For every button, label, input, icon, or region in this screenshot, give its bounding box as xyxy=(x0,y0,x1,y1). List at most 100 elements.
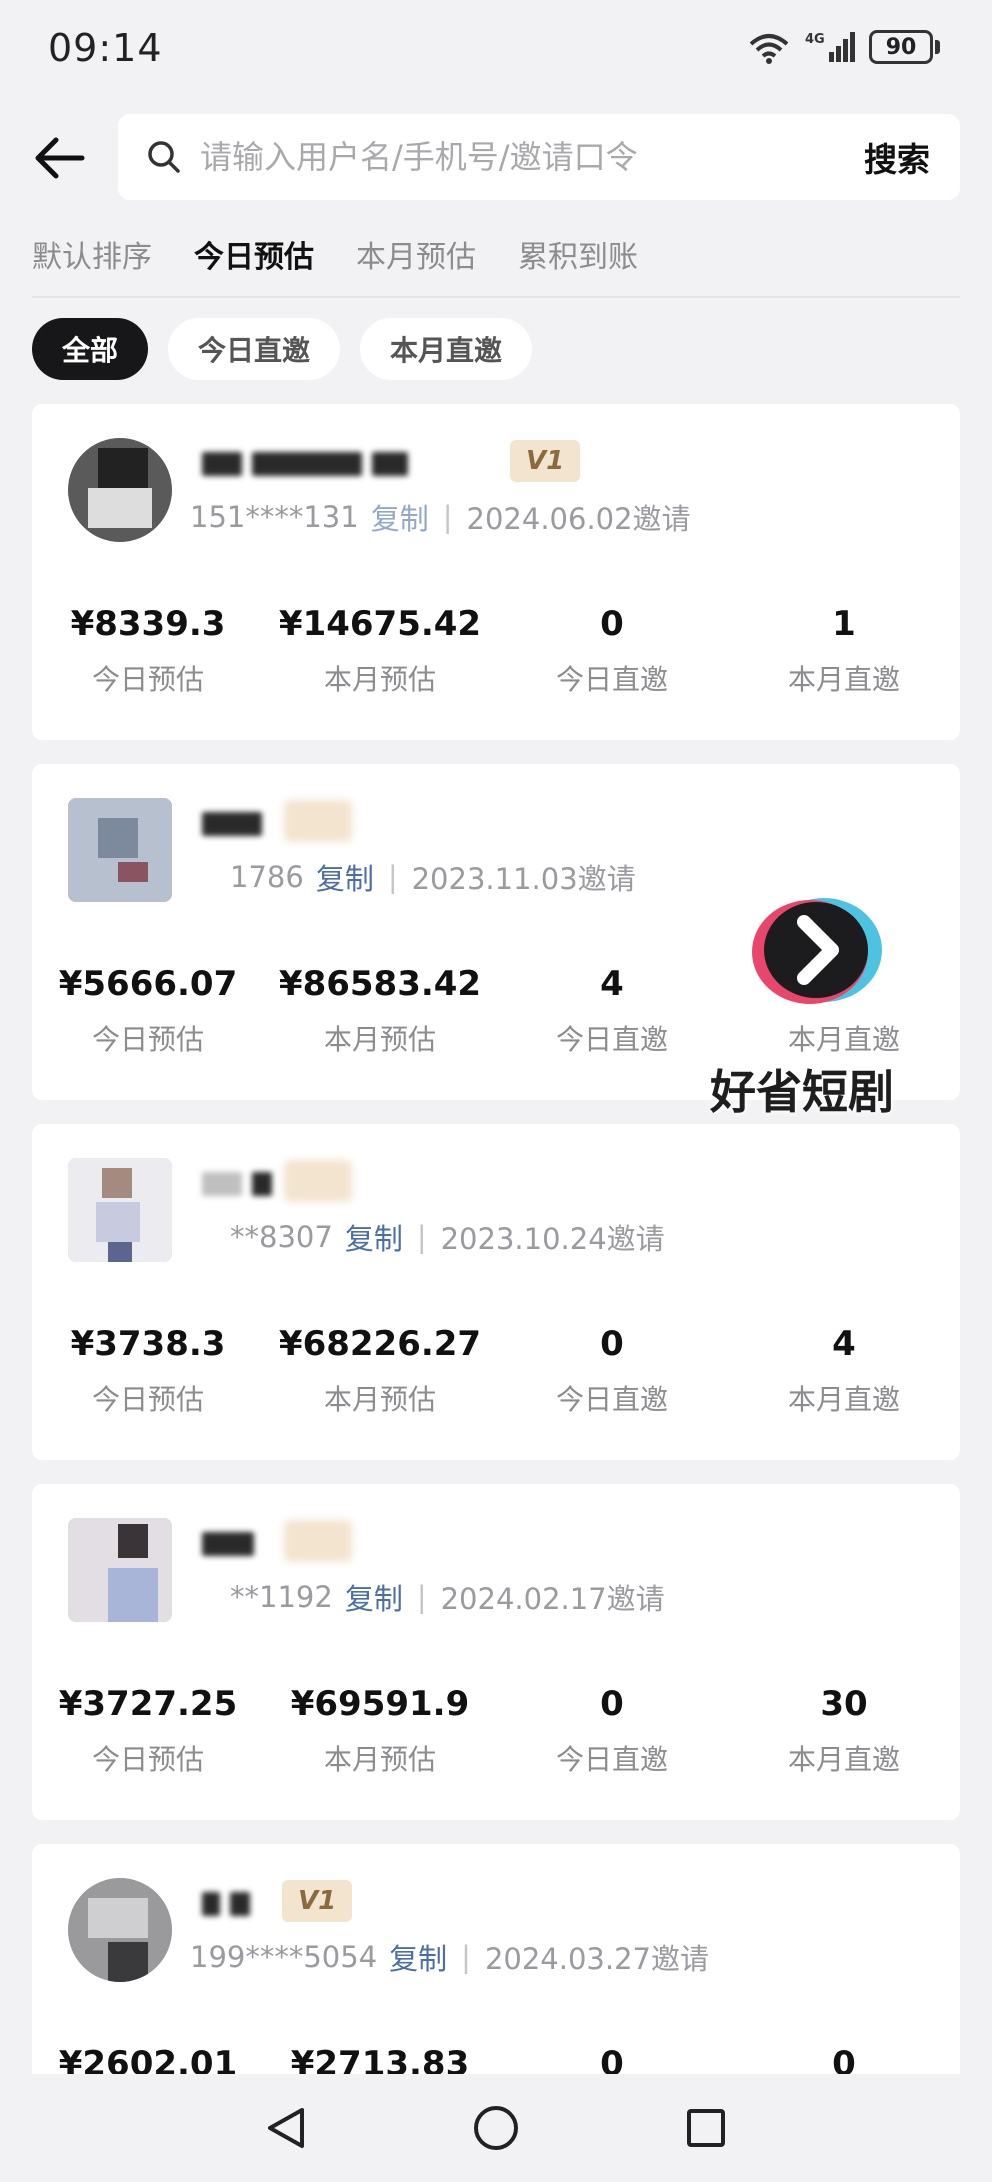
level-badge xyxy=(284,1520,353,1562)
stat-value: 4 xyxy=(832,1324,856,1364)
svg-text:4G: 4G xyxy=(805,32,825,47)
arrow-left-icon xyxy=(35,137,85,179)
nav-recents-button[interactable] xyxy=(676,2098,736,2158)
avatar xyxy=(68,1878,172,1982)
status-bar: 09:14 4G 90 xyxy=(0,0,992,100)
back-button[interactable] xyxy=(28,128,92,188)
stat-label: 今日预估 xyxy=(91,1743,204,1776)
copy-button[interactable]: 复制 xyxy=(345,1576,403,1618)
separator: | xyxy=(416,1580,427,1614)
stat-today-estimate: ¥8339.3 今日预估 xyxy=(32,602,264,698)
avatar xyxy=(68,798,172,902)
stat-value: 30 xyxy=(820,1684,868,1724)
stat-label: 本月直邀 xyxy=(787,1383,900,1416)
separator: | xyxy=(461,1940,471,1974)
stat-today-estimate: ¥3727.25 今日预估 xyxy=(32,1682,264,1778)
stat-label: 本月预估 xyxy=(323,1743,436,1776)
stat-value: ¥69591.9 xyxy=(290,1684,470,1724)
copy-button[interactable]: 复制 xyxy=(345,1216,403,1258)
battery-tip xyxy=(935,40,940,54)
stat-value: ¥3727.25 xyxy=(58,1684,238,1724)
phone-number: **1192 xyxy=(230,1580,333,1614)
phone-number: 151****131 xyxy=(190,500,359,534)
circle-home-icon xyxy=(474,2106,518,2150)
tab-default-sort[interactable]: 默认排序 xyxy=(32,232,152,276)
wifi-icon xyxy=(747,30,791,64)
triangle-back-icon xyxy=(268,2108,304,2148)
chip-all[interactable]: 全部 xyxy=(32,318,149,380)
separator: | xyxy=(416,1220,427,1254)
info-line: 1786 复制 | 2023.11.03邀请 xyxy=(190,856,636,898)
battery-level: 90 xyxy=(869,30,933,64)
watermark-text: 好省短剧 xyxy=(710,1065,894,1119)
stat-label: 今日直邀 xyxy=(555,1743,668,1776)
level-badge xyxy=(284,800,353,842)
signal-icon: 4G xyxy=(805,30,855,64)
stat-month-invites: 4 本月直邀 xyxy=(728,1322,960,1418)
user-card[interactable]: V1 151****131 复制 | 2024.06.02邀请 ¥8339.3 … xyxy=(32,404,960,740)
stat-label: 今日预估 xyxy=(91,1383,204,1416)
avatar xyxy=(68,1158,172,1262)
search-icon xyxy=(146,139,182,175)
stat-month-estimate: ¥68226.27 本月预估 xyxy=(264,1322,496,1418)
stat-today-invites: 4 今日直邀 xyxy=(496,962,728,1058)
invite-date: 2024.02.17邀请 xyxy=(440,1582,665,1616)
stat-value: ¥68226.27 xyxy=(278,1324,482,1364)
separator: | xyxy=(387,860,398,894)
invite-date: 2023.11.03邀请 xyxy=(411,862,636,896)
username-redacted xyxy=(202,1526,254,1562)
stat-today-invites: 0 今日直邀 xyxy=(496,1322,728,1418)
chip-today-invites[interactable]: 今日直邀 xyxy=(168,318,341,380)
phone-number: 1786 xyxy=(230,860,304,894)
nav-back-button[interactable] xyxy=(256,2098,316,2158)
status-icons: 4G 90 xyxy=(747,30,940,64)
stat-label: 今日直邀 xyxy=(555,663,668,696)
nav-home-button[interactable] xyxy=(466,2098,526,2158)
copy-button[interactable]: 复制 xyxy=(316,856,374,898)
stat-value: 0 xyxy=(600,604,624,644)
search-input[interactable] xyxy=(200,138,864,176)
stat-label: 本月直邀 xyxy=(787,663,900,696)
user-card[interactable]: **1192 复制 | 2024.02.17邀请 ¥3727.25 今日预估 ¥… xyxy=(32,1484,960,1820)
stat-today-estimate: ¥5666.07 今日预估 xyxy=(32,962,264,1058)
stat-value: 4 xyxy=(600,964,624,1004)
stat-today-invites: 0 今日直邀 xyxy=(496,1682,728,1778)
stats-row: ¥3727.25 今日预估 ¥69591.9 本月预估 0 今日直邀 30 本月… xyxy=(32,1682,960,1778)
filter-chips: 全部 今日直邀 本月直邀 xyxy=(32,318,533,380)
chip-month-invites[interactable]: 本月直邀 xyxy=(360,318,533,380)
square-recents-icon xyxy=(687,2109,725,2147)
username-redacted xyxy=(202,446,408,482)
stat-value: 0 xyxy=(600,1684,624,1724)
invite-date: 2024.03.27邀请 xyxy=(484,1942,709,1976)
tab-month-estimate[interactable]: 本月预估 xyxy=(356,232,476,276)
level-badge: V1 xyxy=(282,1880,353,1922)
tab-cumulative-received[interactable]: 累积到账 xyxy=(518,232,638,276)
avatar xyxy=(68,1518,172,1622)
tab-today-estimate[interactable]: 今日预估 xyxy=(194,232,314,276)
invite-date: 2023.10.24邀请 xyxy=(440,1222,665,1256)
stat-month-estimate: ¥69591.9 本月预估 xyxy=(264,1682,496,1778)
level-badge xyxy=(284,1160,353,1202)
info-line: 199****5054 复制 | 2024.03.27邀请 xyxy=(190,1936,709,1978)
stat-today-invites: 0 今日直邀 xyxy=(496,602,728,698)
copy-button[interactable]: 复制 xyxy=(389,1936,447,1978)
stat-label: 今日预估 xyxy=(91,663,204,696)
watermark: 好省短剧 xyxy=(700,880,940,1120)
stats-row: ¥8339.3 今日预估 ¥14675.42 本月预估 0 今日直邀 1 本月直… xyxy=(32,602,960,698)
username-redacted xyxy=(202,1166,272,1202)
stat-value: ¥5666.07 xyxy=(58,964,238,1004)
separator: | xyxy=(442,500,453,534)
phone-number: **8307 xyxy=(230,1220,333,1254)
copy-button[interactable]: 复制 xyxy=(371,496,429,538)
stat-label: 今日直邀 xyxy=(555,1023,668,1056)
stat-today-estimate: ¥3738.3 今日预估 xyxy=(32,1322,264,1418)
sort-tabs: 默认排序 今日预估 本月预估 累积到账 xyxy=(32,232,638,276)
level-badge: V1 xyxy=(510,440,581,482)
stat-value: ¥8339.3 xyxy=(70,604,226,644)
username-redacted xyxy=(202,1886,250,1922)
stat-label: 本月预估 xyxy=(323,1383,436,1416)
search-button[interactable]: 搜索 xyxy=(864,133,930,181)
user-card[interactable]: **8307 复制 | 2023.10.24邀请 ¥3738.3 今日预估 ¥6… xyxy=(32,1124,960,1460)
stat-month-estimate: ¥14675.42 本月预估 xyxy=(264,602,496,698)
info-line: **1192 复制 | 2024.02.17邀请 xyxy=(190,1576,665,1618)
